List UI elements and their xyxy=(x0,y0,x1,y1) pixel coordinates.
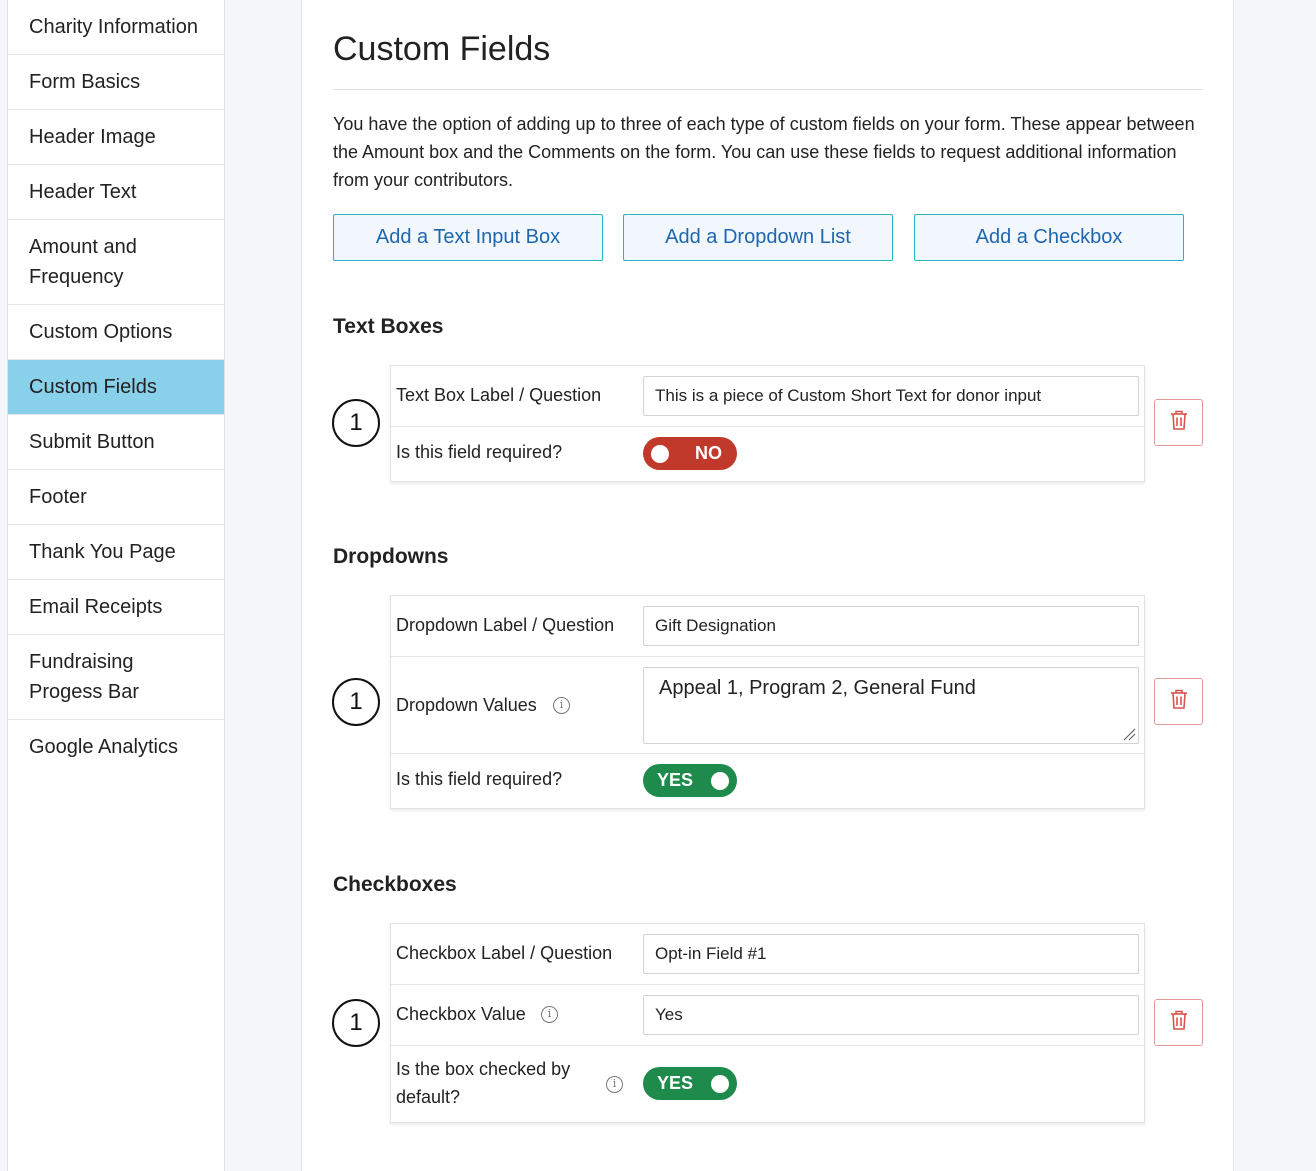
text-box-required-toggle[interactable]: NO xyxy=(643,437,737,470)
delete-dropdown-button[interactable] xyxy=(1154,678,1203,725)
toggle-knob xyxy=(711,1075,729,1093)
text-box-card: Text Box Label / Question This is a piec… xyxy=(390,365,1145,482)
text-box-label-input[interactable]: This is a piece of Custom Short Text for… xyxy=(643,376,1139,416)
sidebar-item-google-analytics[interactable]: Google Analytics xyxy=(8,720,224,774)
add-dropdown-button[interactable]: Add a Dropdown List xyxy=(623,214,893,261)
text-box-required-row: Is this field required? NO xyxy=(391,427,1144,481)
checkbox-default-toggle[interactable]: YES xyxy=(643,1067,737,1100)
sidebar-item-custom-options[interactable]: Custom Options xyxy=(8,305,224,360)
info-circle-icon[interactable]: i xyxy=(541,1006,558,1023)
dropdown-label-input[interactable]: Gift Designation xyxy=(643,606,1139,646)
sidebar-item-charity-information[interactable]: Charity Information xyxy=(8,0,224,55)
add-text-input-button[interactable]: Add a Text Input Box xyxy=(333,214,603,261)
page-title: Custom Fields xyxy=(333,30,551,68)
dropdown-values-row: Dropdown Values i Appeal 1, Program 2, G… xyxy=(391,657,1144,754)
dropdown-card: Dropdown Label / Question Gift Designati… xyxy=(390,595,1145,809)
title-divider xyxy=(333,89,1203,90)
dropdown-values-textarea[interactable]: Appeal 1, Program 2, General Fund xyxy=(643,667,1139,744)
checkbox-label-input[interactable]: Opt-in Field #1 xyxy=(643,934,1139,974)
dropdown-label-row: Dropdown Label / Question Gift Designati… xyxy=(391,596,1144,657)
sidebar-item-submit-button[interactable]: Submit Button xyxy=(8,415,224,470)
dropdowns-heading: Dropdowns xyxy=(333,545,449,568)
checkbox-value-row: Checkbox Value i Yes xyxy=(391,985,1144,1046)
intro-text: You have the option of adding up to thre… xyxy=(333,114,1195,190)
toggle-knob xyxy=(651,445,669,463)
toggle-state-label: NO xyxy=(695,443,722,463)
text-box-label-caption: Text Box Label / Question xyxy=(396,385,602,405)
dropdown-required-row: Is this field required? YES xyxy=(391,754,1144,808)
checkbox-label-row: Checkbox Label / Question Opt-in Field #… xyxy=(391,924,1144,985)
add-checkbox-button[interactable]: Add a Checkbox xyxy=(914,214,1184,261)
checkbox-number-badge: 1 xyxy=(332,999,380,1047)
dropdown-label-caption: Dropdown Label / Question xyxy=(396,615,615,635)
main-panel: Custom Fields You have the option of add… xyxy=(301,0,1234,1171)
trash-icon xyxy=(1170,689,1188,714)
sidebar-item-thank-you-page[interactable]: Thank You Page xyxy=(8,525,224,580)
info-circle-icon[interactable]: i xyxy=(553,697,570,714)
trash-icon xyxy=(1170,1010,1188,1035)
checkbox-default-row: Is the box checked by default? i YES xyxy=(391,1046,1144,1122)
sidebar-item-footer[interactable]: Footer xyxy=(8,470,224,525)
sidebar-item-custom-fields[interactable]: Custom Fields xyxy=(8,360,224,415)
dropdown-values-caption: Dropdown Values xyxy=(396,695,537,715)
sidebar-item-fundraising-progress-bar[interactable]: Fundraising Progess Bar xyxy=(8,635,224,720)
checkboxes-heading: Checkboxes xyxy=(333,873,457,896)
resize-grip-icon[interactable] xyxy=(1122,727,1136,741)
text-box-label-row: Text Box Label / Question This is a piec… xyxy=(391,366,1144,427)
delete-text-box-button[interactable] xyxy=(1154,399,1203,446)
sidebar-item-amount-and-frequency[interactable]: Amount and Frequency xyxy=(8,220,224,305)
sidebar-item-header-text[interactable]: Header Text xyxy=(8,165,224,220)
checkbox-card: Checkbox Label / Question Opt-in Field #… xyxy=(390,923,1145,1123)
sidebar-item-header-image[interactable]: Header Image xyxy=(8,110,224,165)
sidebar-nav: Charity Information Form Basics Header I… xyxy=(7,0,225,1171)
checkbox-default-caption: Is the box checked by default? xyxy=(396,1059,571,1107)
checkbox-value-caption: Checkbox Value xyxy=(396,1004,526,1024)
toggle-state-label: YES xyxy=(657,1073,694,1093)
text-boxes-heading: Text Boxes xyxy=(333,315,444,338)
checkbox-value-input[interactable]: Yes xyxy=(643,995,1139,1035)
info-circle-icon[interactable]: i xyxy=(606,1076,623,1093)
dropdown-required-caption: Is this field required? xyxy=(396,769,563,789)
toggle-state-label: YES xyxy=(657,770,694,790)
delete-checkbox-button[interactable] xyxy=(1154,999,1203,1046)
toggle-knob xyxy=(711,772,729,790)
checkbox-label-caption: Checkbox Label / Question xyxy=(396,943,613,963)
text-box-number-badge: 1 xyxy=(332,399,380,447)
sidebar-item-form-basics[interactable]: Form Basics xyxy=(8,55,224,110)
dropdown-values-text: Appeal 1, Program 2, General Fund xyxy=(659,677,976,699)
sidebar-item-email-receipts[interactable]: Email Receipts xyxy=(8,580,224,635)
dropdown-number-badge: 1 xyxy=(332,678,380,726)
text-box-required-caption: Is this field required? xyxy=(396,442,563,462)
trash-icon xyxy=(1170,410,1188,435)
dropdown-required-toggle[interactable]: YES xyxy=(643,764,737,797)
